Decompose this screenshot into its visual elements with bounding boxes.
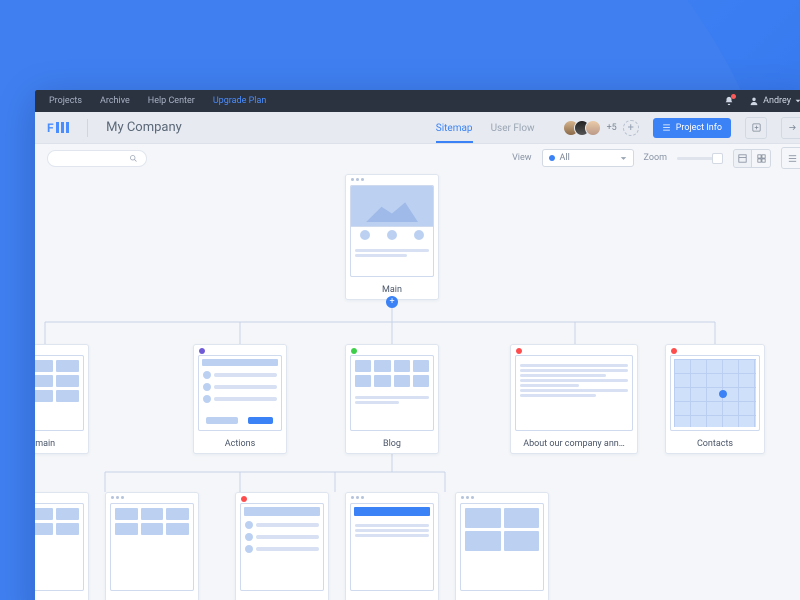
layout-card-view[interactable] <box>733 149 752 168</box>
node-title: Main <box>346 285 438 295</box>
status-pin-icon <box>351 348 357 354</box>
status-pin-icon <box>516 348 522 354</box>
node-about[interactable]: About our company ann… <box>510 344 638 454</box>
tab-sitemap[interactable]: Sitemap <box>436 123 473 143</box>
user-name: Andrey <box>763 96 791 106</box>
view-select[interactable]: All <box>542 149 634 167</box>
collaborators: +5 + <box>563 120 639 136</box>
sitemap-canvas[interactable]: Main + Catalog main Actions <box>35 172 800 600</box>
node-child[interactable] <box>35 492 89 600</box>
toolbar: View All Zoom <box>35 144 800 172</box>
app-window: Projects Archive Help Center Upgrade Pla… <box>35 90 800 600</box>
notifications-icon[interactable] <box>723 95 735 107</box>
nav-archive[interactable]: Archive <box>100 96 130 106</box>
collaborator-count: +5 <box>607 123 617 133</box>
layout-toggle <box>733 149 771 168</box>
nav-projects[interactable]: Projects <box>49 96 82 106</box>
notification-dot <box>731 94 736 99</box>
node-blog[interactable]: Blog <box>345 344 439 454</box>
node-title: Blog <box>346 439 438 449</box>
top-nav: Projects Archive Help Center Upgrade Pla… <box>35 90 800 112</box>
save-button[interactable] <box>745 117 767 139</box>
node-title: Contacts <box>666 439 764 449</box>
node-title: About our company ann… <box>511 439 637 449</box>
project-info-label: Project Info <box>676 123 722 133</box>
nav-help[interactable]: Help Center <box>148 96 195 106</box>
project-title: My Company <box>106 120 182 135</box>
user-menu[interactable]: Andrey <box>749 96 800 106</box>
add-collaborator-button[interactable]: + <box>623 120 639 136</box>
share-button[interactable] <box>781 117 800 139</box>
tab-userflow[interactable]: User Flow <box>491 123 535 143</box>
node-child[interactable] <box>105 492 199 600</box>
list-view-button[interactable] <box>781 147 800 169</box>
node-main[interactable]: Main <box>345 174 439 300</box>
zoom-slider[interactable] <box>677 157 723 160</box>
node-child[interactable] <box>345 492 439 600</box>
project-info-button[interactable]: Project Info <box>653 118 731 138</box>
view-select-value: All <box>560 153 570 163</box>
collaborator-avatars[interactable] <box>563 120 601 136</box>
node-title: Actions <box>194 439 286 449</box>
nav-upgrade[interactable]: Upgrade Plan <box>213 96 267 106</box>
app-logo[interactable]: F <box>47 121 69 135</box>
chevron-down-icon <box>620 155 627 162</box>
header-bar: F My Company Sitemap User Flow +5 + Proj… <box>35 112 800 144</box>
node-child[interactable] <box>455 492 549 600</box>
status-pin-icon <box>671 348 677 354</box>
zoom-label: Zoom <box>644 153 667 163</box>
add-child-button[interactable]: + <box>386 296 398 308</box>
avatar[interactable] <box>585 120 601 136</box>
radio-dot-icon <box>549 155 555 161</box>
status-pin-icon <box>241 496 247 502</box>
layout-grid-view[interactable] <box>752 149 771 168</box>
node-child[interactable] <box>235 492 329 600</box>
node-catalog[interactable]: Catalog main <box>35 344 89 454</box>
search-icon <box>129 154 138 163</box>
node-actions[interactable]: Actions <box>193 344 287 454</box>
node-contacts[interactable]: Contacts <box>665 344 765 454</box>
status-pin-icon <box>199 348 205 354</box>
search-input[interactable] <box>47 150 147 167</box>
node-title: Catalog main <box>35 439 88 449</box>
view-tabs: Sitemap User Flow <box>436 112 535 143</box>
view-label: View <box>512 153 531 163</box>
